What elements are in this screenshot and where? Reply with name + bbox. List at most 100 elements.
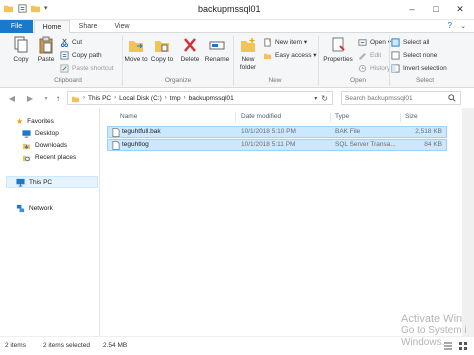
nav-network[interactable]: Network (16, 202, 53, 214)
copy-icon (14, 36, 28, 53)
new-folder-button[interactable]: New folder (236, 36, 260, 72)
vertical-scrollbar[interactable] (462, 108, 474, 336)
open-button[interactable]: Open ▾ (358, 36, 391, 48)
refresh-icon[interactable]: ↻ (321, 94, 328, 103)
properties-icon (332, 37, 345, 52)
rename-button[interactable]: Rename (204, 36, 230, 64)
cut-label: Cut (72, 38, 83, 46)
maximize-button[interactable]: □ (424, 0, 448, 18)
nav-desktop[interactable]: Desktop (22, 127, 59, 139)
copy-to-button[interactable]: Copy to (150, 36, 174, 64)
up-button[interactable]: ↑ (52, 92, 64, 104)
file-date: 10/1/2018 5:10 PM (241, 128, 296, 135)
copy-path-button[interactable]: Copy path (60, 49, 102, 61)
column-header-name[interactable]: Name (120, 111, 137, 123)
new-folder-quick-icon[interactable] (30, 3, 41, 14)
nav-this-pc[interactable]: This PC (6, 176, 98, 188)
column-divider[interactable] (330, 113, 331, 122)
delete-icon (184, 38, 196, 52)
file-row[interactable]: teguhtlog 10/1/2018 5:11 PM SQL Server T… (107, 139, 447, 151)
breadcrumb-this-pc[interactable]: This PC (88, 95, 111, 102)
breadcrumb-separator: › (83, 95, 85, 101)
status-selected-size: 2.54 MB (103, 342, 128, 349)
search-box[interactable] (341, 91, 461, 105)
paste-shortcut-button[interactable]: Paste shortcut (60, 62, 114, 74)
tab-share[interactable]: Share (72, 20, 104, 33)
history-button[interactable]: History (358, 62, 390, 74)
watermark-line-1: Activate Win (401, 313, 463, 325)
recent-locations-dropdown[interactable]: ▾ (40, 92, 52, 104)
history-icon (358, 64, 367, 72)
edit-button[interactable]: Edit (358, 49, 381, 61)
scissors-icon (60, 38, 69, 47)
organize-group-label: Organize (164, 77, 192, 84)
select-none-button[interactable]: Select none (391, 49, 437, 61)
select-none-icon (391, 50, 400, 60)
move-to-icon (129, 41, 143, 52)
nav-downloads[interactable]: Downloads (22, 139, 67, 151)
nav-favorites[interactable]: ★ Favorites (16, 115, 54, 127)
back-button[interactable]: ◀ (6, 92, 18, 104)
clipboard-group-label: Clipboard (54, 77, 82, 84)
network-icon (16, 204, 25, 212)
copy-label: Copy (13, 56, 29, 63)
new-item-button[interactable]: New item ▾ (263, 36, 307, 48)
nav-network-label: Network (29, 204, 53, 212)
expand-ribbon-icon[interactable]: ⌄ (460, 22, 466, 30)
breadcrumb-tmp[interactable]: tmp (170, 95, 181, 102)
invert-selection-icon (391, 63, 400, 73)
column-divider[interactable] (235, 113, 236, 122)
search-input[interactable] (345, 94, 445, 102)
watermark-line-2: Go to System i (401, 325, 467, 336)
cut-button[interactable]: Cut (60, 36, 82, 48)
close-button[interactable]: ✕ (448, 0, 472, 18)
address-box[interactable]: › This PC › Local Disk (C:) › tmp › back… (67, 91, 333, 105)
folder-icon (71, 96, 80, 102)
nav-this-pc-label: This PC (29, 178, 53, 186)
breadcrumb-local-disk[interactable]: Local Disk (C:) (119, 95, 162, 102)
open-icon (358, 38, 367, 46)
tab-view[interactable]: View (106, 20, 138, 33)
address-bar-row: ◀ ▶ ▾ ↑ › This PC › Local Disk (C:) › tm… (0, 89, 474, 107)
group-divider (233, 36, 234, 86)
minimize-button[interactable]: – (400, 0, 424, 18)
properties-quick-icon[interactable] (17, 3, 28, 14)
file-row[interactable]: teguhtfull.bak 10/1/2018 5:10 PM BAK Fil… (107, 126, 447, 138)
file-list: Name Date modified Type Size teguhtfull.… (101, 108, 462, 336)
breadcrumb-backupmssql01[interactable]: backupmssql01 (189, 95, 234, 102)
address-dropdown-icon[interactable]: ▾ (314, 95, 317, 102)
column-divider[interactable] (400, 113, 401, 122)
nav-recent-places[interactable]: Recent places (22, 151, 76, 163)
computer-icon (16, 178, 25, 187)
help-icon[interactable]: ? (448, 21, 452, 30)
nav-desktop-label: Desktop (35, 129, 59, 137)
properties-button[interactable]: Properties (321, 36, 355, 64)
window-title: backupmssql01 (198, 4, 261, 14)
paste-icon (39, 36, 53, 54)
column-header-type[interactable]: Type (335, 111, 349, 123)
quick-access-dropdown-icon[interactable]: ▾ (44, 4, 48, 12)
delete-label: Delete (180, 56, 200, 63)
easy-access-button[interactable]: Easy access ▾ (263, 49, 317, 61)
status-item-count: 2 items (5, 342, 26, 349)
file-date: 10/1/2018 5:11 PM (241, 141, 296, 148)
ribbon: Copy Paste Cut Copy path Paste shortcut … (0, 33, 474, 88)
tab-file[interactable]: File (0, 20, 33, 33)
invert-selection-button[interactable]: Invert selection (391, 62, 447, 74)
tab-home[interactable]: Home (34, 20, 70, 34)
star-icon: ★ (16, 116, 24, 126)
easy-access-label: Easy access ▾ (275, 52, 317, 59)
group-divider (389, 36, 390, 86)
open-label: Open ▾ (370, 39, 391, 46)
copy-button[interactable]: Copy (10, 36, 32, 64)
delete-button[interactable]: Delete (178, 36, 202, 64)
column-header-date[interactable]: Date modified (241, 111, 281, 123)
forward-button[interactable]: ▶ (24, 92, 36, 104)
select-all-button[interactable]: Select all (391, 36, 429, 48)
move-to-button[interactable]: Move to (124, 36, 148, 64)
column-header-size[interactable]: Size (405, 111, 418, 123)
file-name: teguhtlog (122, 141, 149, 148)
search-icon (448, 94, 456, 102)
breadcrumb-separator: › (114, 95, 117, 101)
paste-button[interactable]: Paste (34, 36, 58, 64)
